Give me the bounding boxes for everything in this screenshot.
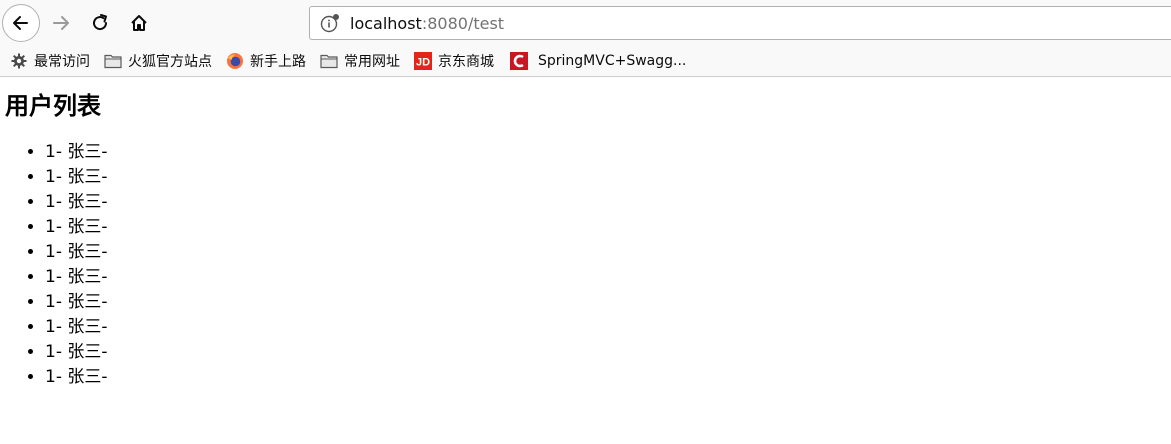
forward-arrow-icon [53,16,69,30]
list-item: 1- 张三- [45,315,1166,340]
list-item: 1- 张三- [45,190,1166,215]
site-info-icon[interactable] [320,13,340,33]
list-item: 1- 张三- [45,140,1166,165]
back-button[interactable] [2,4,40,42]
folder-icon [320,52,338,70]
list-item: 1- 张三- [45,265,1166,290]
firefox-icon [226,52,244,70]
bookmark-common-sites[interactable]: 常用网址 [320,51,400,71]
bookmark-getting-started[interactable]: 新手上路 [226,51,306,71]
forward-button[interactable] [44,6,78,40]
bookmark-jd[interactable]: JD 京东商城 [414,51,494,71]
bookmark-springmvc[interactable]: SpringMVC+Swagg... [510,52,686,70]
url-path: :8080/test [421,13,505,33]
list-item: 1- 张三- [45,215,1166,240]
reload-button[interactable] [83,6,117,40]
home-icon [131,15,147,31]
list-item: 1- 张三- [45,365,1166,390]
back-arrow-icon [13,16,28,30]
jd-icon: JD [414,52,432,70]
page-content: 用户列表 1- 张三- 1- 张三- 1- 张三- 1- 张三- 1- 张三- … [0,91,1171,390]
bookmark-label: 火狐官方站点 [128,54,212,70]
bookmark-label: 新手上路 [250,54,306,70]
navigation-toolbar: localhost:8080/test [0,0,1171,46]
list-item: 1- 张三- [45,165,1166,190]
gear-icon [10,52,28,70]
c-logo-icon [510,52,528,70]
folder-icon [104,52,122,70]
bookmarks-toolbar: 最常访问 火狐官方站点 新手上路 常用网址 JD 京东商城 SpringMVC+… [0,46,1171,77]
reload-icon [93,14,108,31]
address-bar[interactable]: localhost:8080/test [309,6,1171,40]
url-host: localhost [350,13,422,33]
bookmark-label: 京东商城 [438,54,494,70]
user-list: 1- 张三- 1- 张三- 1- 张三- 1- 张三- 1- 张三- 1- 张三… [5,140,1166,390]
list-item: 1- 张三- [45,290,1166,315]
bookmark-firefox-site[interactable]: 火狐官方站点 [104,51,212,71]
bookmark-label: 最常访问 [34,54,90,70]
list-item: 1- 张三- [45,340,1166,365]
home-button[interactable] [122,6,156,40]
svg-text:JD: JD [416,57,430,69]
list-item: 1- 张三- [45,240,1166,265]
page-title: 用户列表 [5,92,101,120]
bookmark-label: SpringMVC+Swagg... [538,53,687,69]
bookmark-label: 常用网址 [344,54,400,70]
bookmark-most-visited[interactable]: 最常访问 [10,51,90,71]
